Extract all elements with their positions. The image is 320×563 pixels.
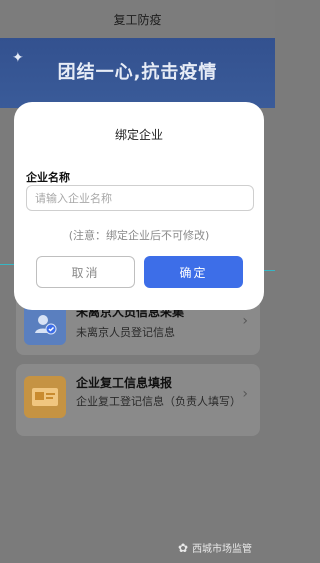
- watermark: ✿ 西城市场监管: [178, 540, 253, 556]
- card-title: 企业复工信息填报: [76, 376, 173, 390]
- page-title: 复工防疫: [0, 0, 275, 38]
- guide-line: [0, 264, 14, 265]
- watermark-text: 西城市场监管: [192, 544, 253, 555]
- page-title-text: 复工防疫: [113, 12, 162, 27]
- cancel-button[interactable]: 取消: [36, 256, 135, 288]
- card-enterprise-resume[interactable]: 企业复工信息填报 企业复工登记信息（负责人填写） ›: [16, 364, 260, 436]
- dialog-note: (注意：绑定企业后不可修改): [68, 229, 210, 242]
- bind-enterprise-dialog: 绑定企业 企业名称 (注意：绑定企业后不可修改) 取消 确定: [14, 102, 264, 310]
- card-desc: 未离京人员登记信息: [76, 326, 175, 339]
- wechat-icon: ✿: [178, 540, 189, 555]
- enterprise-name-label: 企业名称: [26, 171, 70, 184]
- chevron-right-icon: ›: [242, 313, 248, 329]
- card-desc: 企业复工登记信息（负责人填写）: [76, 395, 241, 408]
- id-card-icon: [24, 376, 66, 418]
- banner: ✦ 团结一心,抗击疫情: [0, 38, 275, 108]
- banner-text: 团结一心,抗击疫情: [57, 62, 218, 83]
- dialog-title: 绑定企业: [114, 128, 163, 142]
- chevron-right-icon: ›: [242, 386, 248, 402]
- confirm-button[interactable]: 确定: [144, 256, 243, 288]
- enterprise-name-input[interactable]: [26, 185, 254, 211]
